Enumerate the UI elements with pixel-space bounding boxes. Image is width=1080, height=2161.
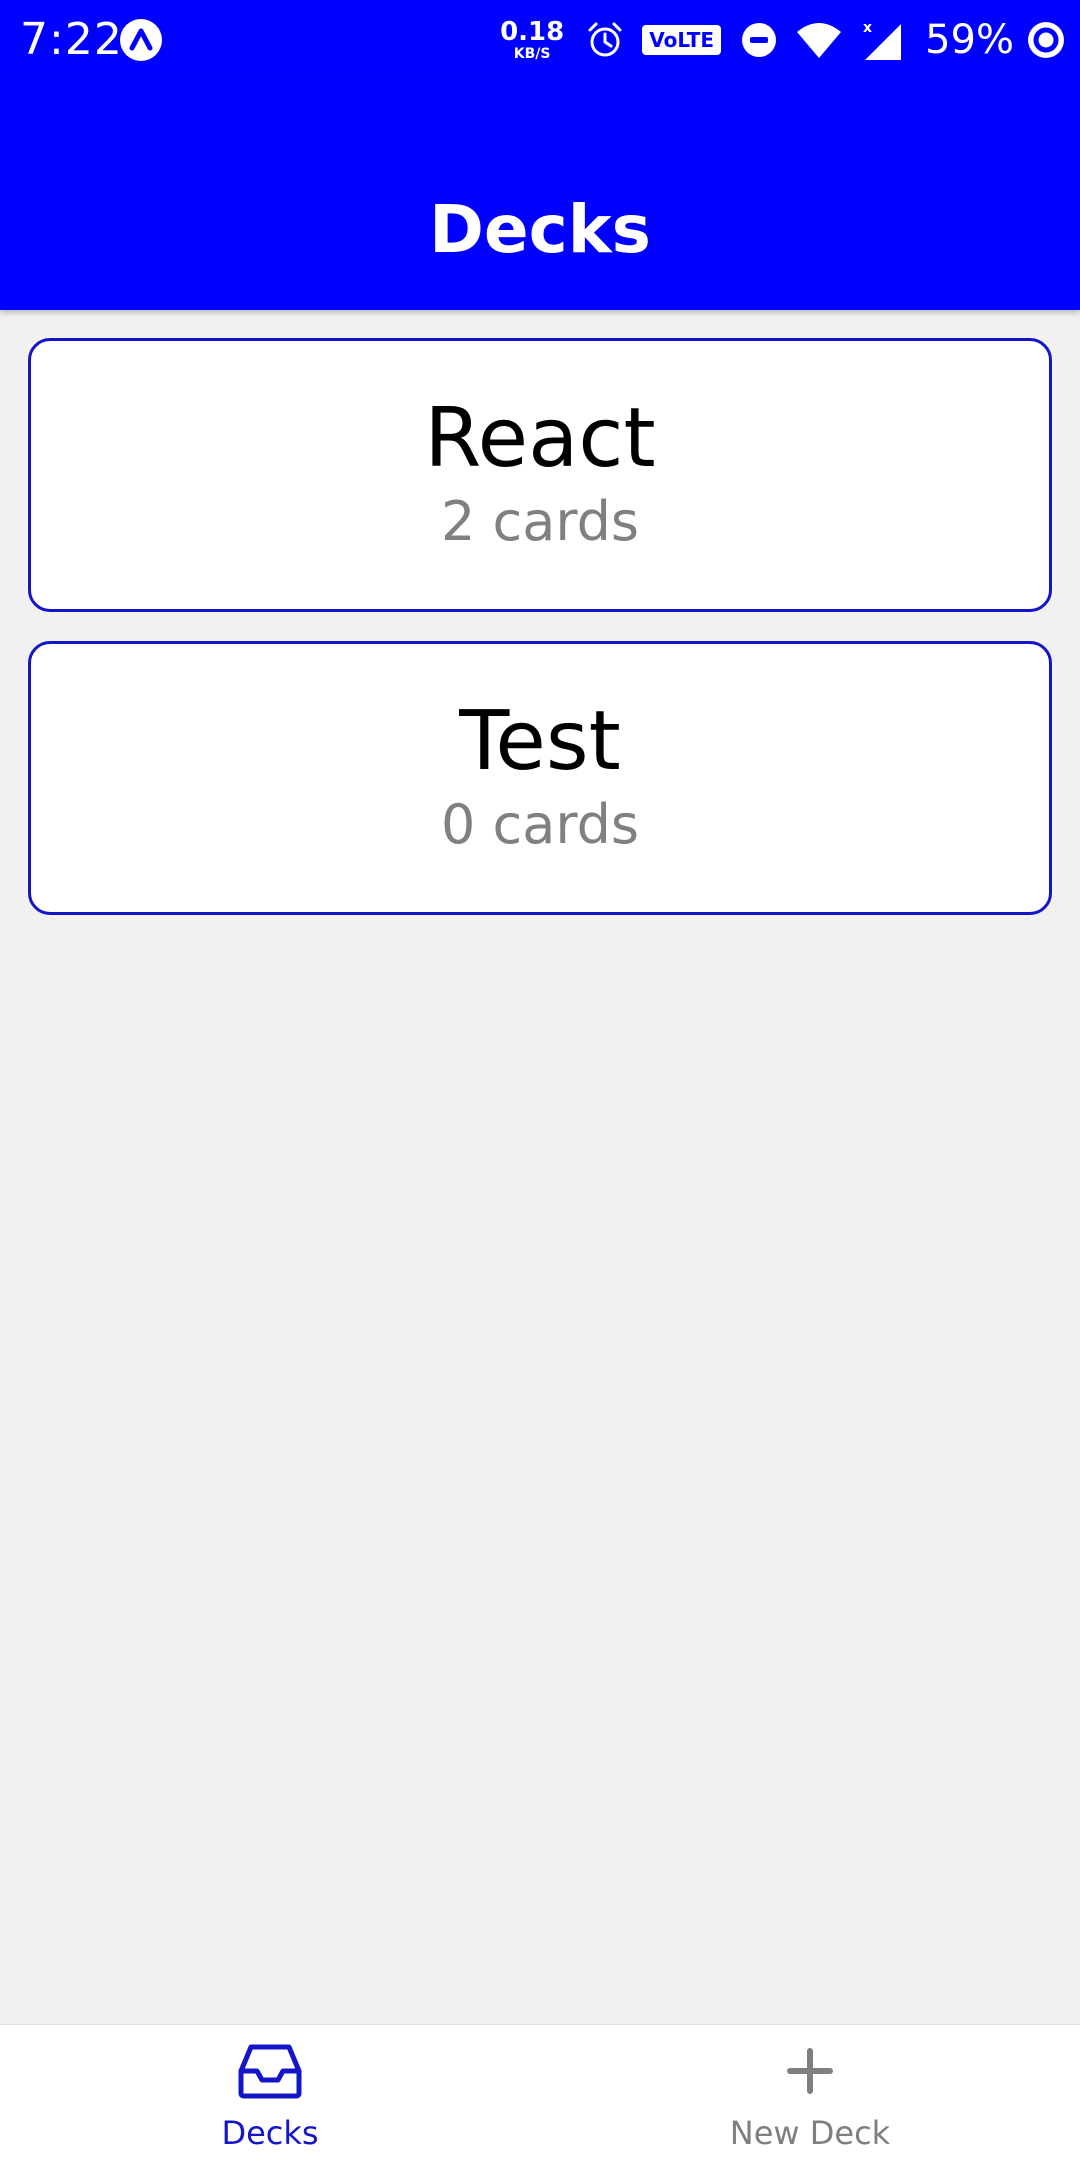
network-speed-unit: KB/S [513,46,551,62]
deck-card-count: 0 cards [441,793,639,856]
svg-text:x: x [863,20,872,36]
tab-decks-label: Decks [221,2114,319,2152]
network-speed-value: 0.18 [500,17,565,47]
app-header: Decks [0,80,1080,310]
deck-title: React [424,391,656,486]
battery-icon [1028,22,1064,58]
battery-percent: 59% [925,17,1014,63]
wifi-icon [797,23,842,58]
tab-new-deck[interactable]: New Deck [540,2025,1080,2161]
inbox-icon [238,2044,302,2099]
cellular-signal-icon: x [863,20,902,60]
plus-icon [787,2048,833,2094]
page-title: Decks [429,191,651,268]
dnd-icon [742,23,777,57]
tab-decks[interactable]: Decks [0,2025,540,2161]
alarm-icon [588,22,622,57]
status-time: 7:22 [20,14,123,65]
app-notification-icon [120,19,162,61]
deck-card-count: 2 cards [441,490,639,553]
status-indicators: 0.18 KB/S VoLTE x 59% [500,12,1066,68]
status-bar: 7:22 0.18 KB/S VoLTE x 59% [0,0,1080,80]
deck-list: React 2 cards Test 0 cards [28,338,1052,944]
deck-card-test[interactable]: Test 0 cards [28,641,1052,915]
deck-card-react[interactable]: React 2 cards [28,338,1052,612]
deck-title: Test [459,694,621,789]
bottom-tab-bar: Decks New Deck [0,2024,1080,2161]
tab-new-deck-label: New Deck [729,2114,891,2152]
volte-icon: VoLTE [642,25,722,55]
network-speed: 0.18 KB/S [500,19,564,61]
